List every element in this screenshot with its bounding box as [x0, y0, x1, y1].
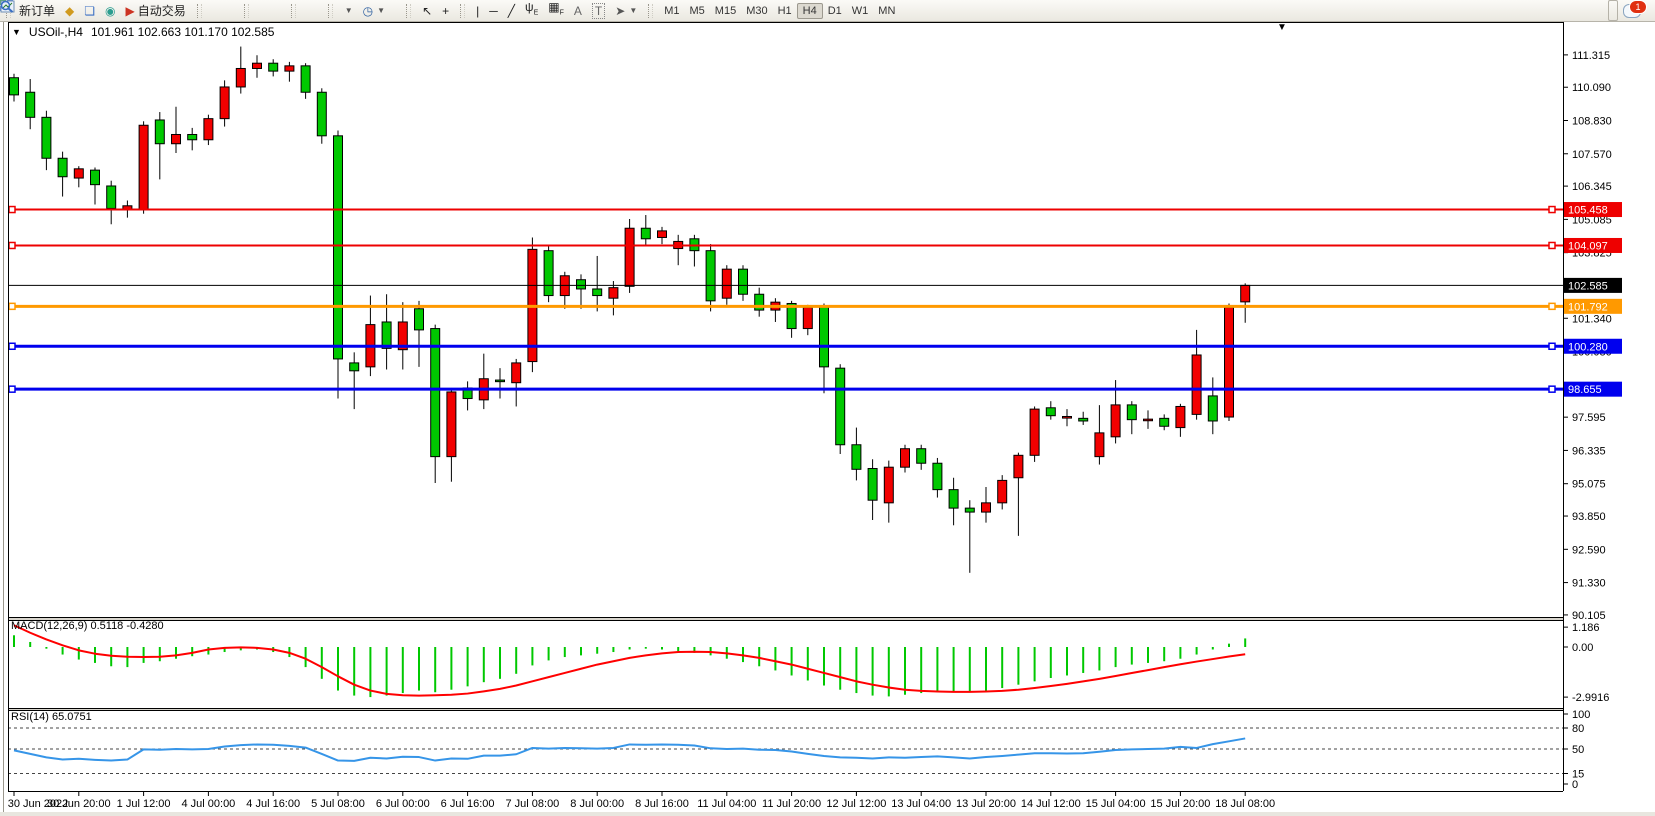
support-line-1-handle[interactable]: [9, 343, 15, 349]
support-line-2-handle[interactable]: [9, 386, 15, 392]
text-label-icon: T: [592, 3, 605, 19]
crosshair-icon: +: [442, 5, 449, 17]
macd-indicator-label: MACD(12,26,9) 0.5118 -0.4280: [11, 620, 164, 632]
autotrade-button[interactable]: ▶ 自动交易: [121, 0, 191, 21]
chart-window: 111.315110.090108.830107.570106.345105.0…: [0, 0, 1655, 816]
chevron-down-icon: ▼: [345, 6, 353, 15]
vertical-line-tool[interactable]: |: [471, 0, 484, 21]
timeframe-m5[interactable]: M5: [685, 4, 710, 18]
timeframe-h1[interactable]: H1: [773, 4, 797, 18]
chart-info-line: ▼ USOil-,H4 101.961 102.663 101.170 102.…: [12, 25, 274, 39]
notification-badge: 1: [1629, 0, 1647, 14]
autotrade-icon: ▶: [126, 5, 135, 17]
toolbar-grip[interactable]: [406, 4, 411, 18]
support-line-1-handle[interactable]: [1549, 343, 1555, 349]
zoom-out-button[interactable]: [265, 0, 275, 21]
zoom-in-button[interactable]: [255, 0, 265, 21]
cursor-tool-button[interactable]: ↖: [417, 0, 437, 21]
fibo-grid-icon: ▦F: [548, 1, 564, 19]
chart-shift-marker[interactable]: ▼: [1277, 22, 1287, 33]
search-icon: [0, 0, 14, 13]
resistance-line-1-handle[interactable]: [9, 207, 15, 213]
market-watch-button[interactable]: ◆: [60, 0, 79, 21]
fibo-grid-tool[interactable]: ▦F: [543, 0, 569, 21]
timeframe-d1[interactable]: D1: [823, 4, 847, 18]
timeframe-toolbar: M1 M5 M15 M30 H1 H4 D1 W1 MN: [656, 0, 903, 21]
new-chart-button[interactable]: ▼: [339, 0, 358, 21]
chevron-down-icon: ▼: [629, 6, 637, 15]
toolbar-grip[interactable]: [328, 4, 333, 18]
navigator-button[interactable]: ❏: [79, 0, 100, 21]
terminal-button[interactable]: ◉: [100, 0, 120, 21]
period-button[interactable]: ◷ ▼: [358, 0, 390, 21]
search-button[interactable]: [1608, 0, 1618, 21]
bar-chart-button[interactable]: [208, 0, 218, 21]
rsi-indicator-label: RSI(14) 65.0751: [11, 711, 92, 723]
fibonacci-icon: ψE: [525, 1, 538, 19]
pane-splitter-rsi[interactable]: [8, 707, 1563, 711]
pivot-line-handle[interactable]: [9, 303, 15, 309]
pane-splitter-macd[interactable]: [8, 617, 1563, 621]
trendline-tool[interactable]: ╱: [503, 0, 520, 21]
trendline-icon: ╱: [508, 5, 515, 17]
toolbar-grip[interactable]: [197, 4, 202, 18]
chat-icon: 1: [1623, 4, 1641, 18]
fibonacci-tool[interactable]: ψE: [520, 0, 543, 21]
tim eframe-m15[interactable]: M15: [710, 4, 741, 18]
cursor-icon: ↖: [422, 5, 432, 17]
timeframe-h4[interactable]: H4: [797, 3, 823, 19]
resistance-line-2-handle[interactable]: [9, 242, 15, 248]
text-tool-icon: A: [574, 4, 582, 18]
clock-icon: ◷: [363, 5, 373, 17]
toolbar-grip[interactable]: [648, 4, 653, 18]
toolbar-grip[interactable]: [244, 4, 249, 18]
template-button[interactable]: [390, 0, 400, 21]
broadcast-icon: ◉: [105, 5, 115, 17]
toolbar-grip[interactable]: [460, 4, 465, 18]
main-toolbar: 新订单 ◆ ❏ ◉ ▶ 自动交易: [0, 0, 1655, 22]
navigator-icon: ❏: [84, 5, 95, 17]
text-label-tool[interactable]: T: [587, 0, 610, 21]
pivot-line-handle[interactable]: [1549, 303, 1555, 309]
new-order-button[interactable]: 新订单: [14, 0, 60, 21]
candlestick-button[interactable]: [218, 0, 228, 21]
tile-windows-button[interactable]: [275, 0, 285, 21]
text-tool[interactable]: A: [569, 0, 587, 21]
chart-ohlc-values: 101.961 102.663 101.170 102.585: [91, 25, 275, 39]
timeframe-m1[interactable]: M1: [659, 4, 684, 18]
chart-shift-button[interactable]: [312, 0, 322, 21]
market-watch-icon: ◆: [65, 5, 74, 17]
resistance-line-2-handle[interactable]: [1549, 242, 1555, 248]
one-click-trading-toggle[interactable]: ▼: [12, 27, 21, 37]
timeframe-w1[interactable]: W1: [847, 4, 874, 18]
time-axis[interactable]: [8, 791, 1563, 813]
timeframe-mn[interactable]: MN: [873, 4, 900, 18]
crosshair-tool-button[interactable]: +: [437, 0, 454, 21]
horizontal-line-icon: ─: [489, 5, 498, 17]
autoscroll-button[interactable]: [302, 0, 312, 21]
arrows-icon: ➤: [615, 5, 625, 17]
notifications-button[interactable]: 1: [1618, 0, 1646, 21]
mt4-window: 新订单 ◆ ❏ ◉ ▶ 自动交易: [0, 0, 1655, 816]
support-line-2-handle[interactable]: [1549, 386, 1555, 392]
vertical-line-icon: |: [476, 5, 479, 17]
timeframe-m30[interactable]: M30: [741, 4, 772, 18]
chevron-down-icon: ▼: [377, 6, 385, 15]
chart-surface[interactable]: 111.315110.090108.830107.570106.345105.0…: [0, 0, 1655, 816]
chart-symbol-period: USOil-,H4: [29, 25, 83, 39]
horizontal-line-tool[interactable]: ─: [484, 0, 503, 21]
resistance-line-1-handle[interactable]: [1549, 207, 1555, 213]
arrows-tool[interactable]: ➤ ▼: [610, 0, 642, 21]
toolbar-grip[interactable]: [291, 4, 296, 18]
price-axis[interactable]: [1563, 22, 1655, 791]
line-chart-button[interactable]: [228, 0, 238, 21]
